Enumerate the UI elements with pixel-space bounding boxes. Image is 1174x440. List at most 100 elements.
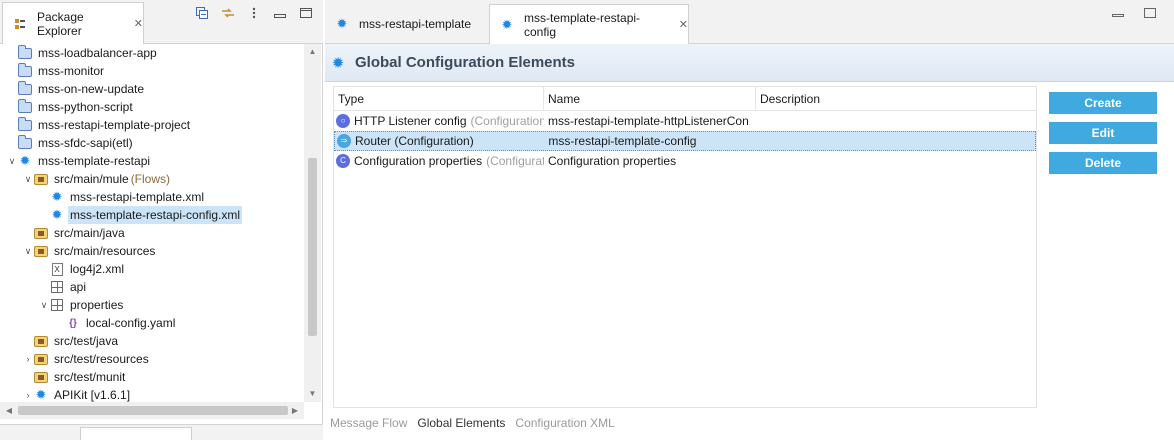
tree-item[interactable]: {} local-config.yaml	[54, 314, 177, 332]
maximize-icon[interactable]	[299, 6, 313, 20]
tree-item[interactable]: src/test/java	[22, 332, 120, 350]
tree-item[interactable]: mss-restapi-template-project	[6, 116, 192, 134]
folder-icon	[18, 80, 32, 96]
tree-item[interactable]: ∨ src/main/resources	[22, 242, 157, 260]
minimize-icon[interactable]	[1112, 8, 1124, 18]
tree-item-label: mss-template-restapi-config.xml	[68, 206, 243, 224]
tab-mss-restapi-template[interactable]: ✹ mss-restapi-template	[325, 4, 485, 44]
tree-item[interactable]: api	[38, 278, 88, 296]
folder-icon	[18, 98, 32, 114]
collapse-all-icon[interactable]	[195, 6, 209, 20]
minimize-icon[interactable]	[273, 6, 287, 20]
tree-item-decoration: (Flows)	[130, 172, 171, 186]
tree-item-label: log4j2.xml	[70, 262, 125, 276]
link-with-editor-icon[interactable]	[221, 6, 235, 20]
tree-item[interactable]: src/test/munit	[22, 368, 127, 386]
table-row[interactable]: ○ HTTP Listener config (Configuration) m…	[334, 111, 1036, 131]
close-icon[interactable]: ✕	[679, 18, 688, 31]
cell-name: Configuration properties	[548, 154, 677, 168]
configuration-properties-icon: C	[336, 154, 350, 168]
http-listener-icon: ○	[336, 114, 350, 128]
delete-button[interactable]: Delete	[1049, 152, 1157, 174]
library-icon: ✹	[35, 387, 47, 402]
router-icon: ⇒	[337, 134, 351, 148]
tree-item[interactable]: mss-python-script	[6, 98, 135, 116]
tree-item[interactable]: mss-monitor	[6, 62, 106, 80]
tree-item-label: mss-restapi-template-project	[38, 118, 191, 132]
scroll-thumb[interactable]	[308, 158, 317, 336]
tree-item-selected[interactable]: ✹ mss-template-restapi-config.xml	[38, 206, 243, 224]
tab-label: mss-restapi-template	[359, 17, 472, 31]
tree-item-label: local-config.yaml	[86, 316, 176, 330]
cell-type: C Configuration properties (Configuratio…	[334, 151, 544, 171]
type-hint: (Configuration)	[486, 154, 544, 168]
tree-item[interactable]: ∨ src/main/mule (Flows)	[22, 170, 170, 188]
view-menu-icon[interactable]	[247, 6, 261, 20]
tab-global-elements[interactable]: Global Elements	[417, 416, 505, 430]
mule-icon: ✹	[331, 54, 345, 72]
vertical-scrollbar[interactable]: ▲ ▼	[304, 44, 321, 402]
tab-package-explorer[interactable]: Package Explorer ✕	[2, 2, 144, 44]
tree-item[interactable]: › src/test/resources	[22, 350, 151, 368]
folder-icon	[18, 62, 32, 78]
mule-config-icon: ✹	[51, 189, 63, 204]
tree-item-label: mss-restapi-template.xml	[70, 190, 205, 204]
tab-configuration-xml[interactable]: Configuration XML	[515, 416, 614, 430]
scroll-right-icon[interactable]: ▶	[288, 402, 302, 419]
type-hint: (Configuration)	[470, 114, 545, 128]
column-header-type[interactable]: Type	[334, 87, 544, 111]
cell-description	[756, 111, 1036, 131]
tab-mss-template-restapi-config[interactable]: ✹ mss-template-restapi-config ✕	[489, 4, 689, 44]
mule-config-icon: ✹	[336, 16, 348, 31]
bottom-view-tabbar	[0, 424, 323, 440]
chevron-down-icon[interactable]: ∨	[22, 246, 34, 257]
tree-item[interactable]: › ✹ APIKit [v1.6.1]	[22, 386, 132, 402]
column-header-description[interactable]: Description	[756, 87, 1036, 111]
table-row-selected[interactable]: ⇒ Router (Configuration) mss-restapi-tem…	[334, 131, 1036, 151]
tab-message-flow[interactable]: Message Flow	[330, 416, 407, 430]
tree-item-label: mss-on-new-update	[38, 82, 145, 96]
table-row[interactable]: C Configuration properties (Configuratio…	[334, 151, 1036, 171]
cell-type: ○ HTTP Listener config (Configuration)	[334, 111, 544, 131]
editor-toolbar	[1112, 8, 1156, 18]
maximize-icon[interactable]	[1144, 8, 1156, 18]
type-label: HTTP Listener config	[354, 114, 467, 128]
tree-item[interactable]: src/main/java	[22, 224, 127, 242]
chevron-down-icon[interactable]: ∨	[38, 300, 50, 311]
bottom-view-tab[interactable]	[80, 427, 192, 440]
tree-item[interactable]: mss-sfdc-sapi(etl)	[6, 134, 135, 152]
package-folder-icon	[34, 244, 48, 258]
cell-description	[756, 151, 1036, 171]
tree-item[interactable]: ∨ properties	[38, 296, 125, 314]
tree-item-label: src/test/resources	[54, 352, 149, 366]
scroll-down-icon[interactable]: ▼	[304, 388, 321, 400]
scroll-up-icon[interactable]: ▲	[304, 46, 321, 58]
tree-item[interactable]: mss-loadbalancer-app	[6, 44, 159, 62]
column-header-name[interactable]: Name	[544, 87, 756, 111]
tree-item[interactable]: X log4j2.xml	[38, 260, 126, 278]
chevron-right-icon[interactable]: ›	[22, 390, 34, 400]
horizontal-scrollbar[interactable]: ◀ ▶	[0, 402, 304, 419]
folder-icon	[18, 44, 32, 60]
cell-type: ⇒ Router (Configuration)	[335, 131, 544, 151]
tree-item-label: properties	[70, 298, 124, 312]
tree-item-label: api	[70, 280, 87, 294]
xml-file-icon: X	[50, 262, 64, 276]
section-header: ✹ Global Configuration Elements	[325, 44, 1174, 82]
chevron-right-icon[interactable]: ›	[22, 354, 34, 364]
type-label: Router (Configuration)	[355, 134, 474, 148]
global-elements-table: Type Name Description ○ HTTP Listener co…	[333, 86, 1037, 408]
scroll-left-icon[interactable]: ◀	[2, 402, 16, 419]
cell-name: mss-restapi-template-config	[548, 134, 697, 148]
edit-button[interactable]: Edit	[1049, 122, 1157, 144]
tree-item-label: mss-template-restapi	[38, 154, 151, 168]
scroll-thumb[interactable]	[18, 406, 288, 415]
tree-item[interactable]: mss-on-new-update	[6, 80, 146, 98]
close-icon[interactable]: ✕	[134, 17, 143, 30]
create-button[interactable]: Create	[1049, 92, 1157, 114]
chevron-down-icon[interactable]: ∨	[6, 156, 18, 167]
tree-item-label: src/test/java	[54, 334, 119, 348]
chevron-down-icon[interactable]: ∨	[22, 174, 34, 185]
tree-item[interactable]: ✹ mss-restapi-template.xml	[38, 188, 206, 206]
tree-item[interactable]: ∨ ✹ mss-template-restapi	[6, 152, 152, 170]
